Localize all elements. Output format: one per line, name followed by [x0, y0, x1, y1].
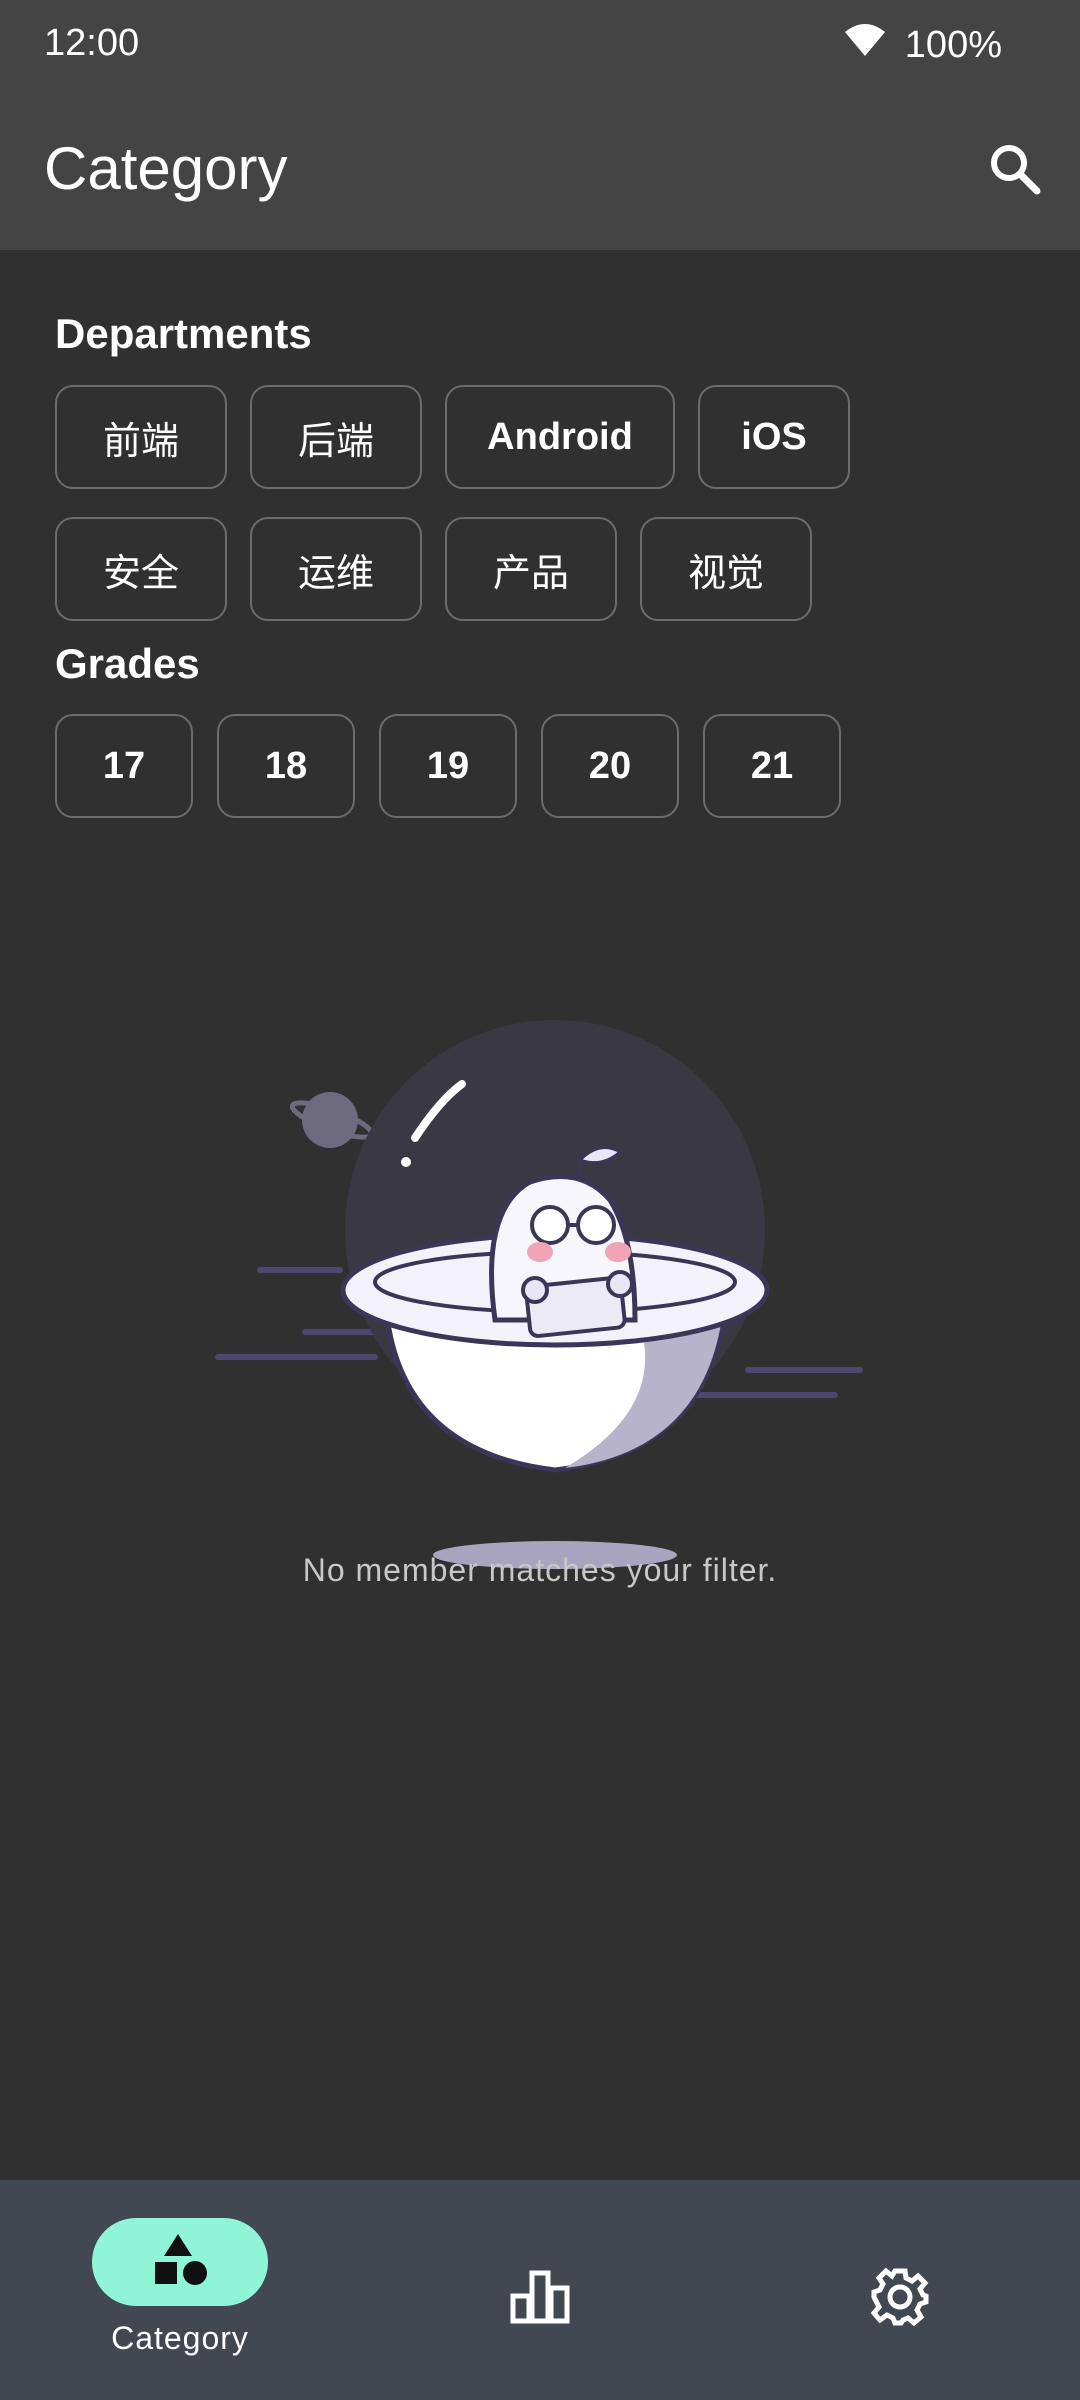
- status-bar: 12:00 100%: [0, 0, 1080, 90]
- gear-icon: [865, 2262, 935, 2332]
- nav-item-settings[interactable]: [865, 2180, 935, 2400]
- department-chip[interactable]: Android: [445, 385, 675, 489]
- empty-state-message: No member matches your filter.: [302, 1552, 778, 1588]
- grade-chip[interactable]: 17: [55, 714, 193, 818]
- departments-title: Departments: [55, 310, 312, 357]
- shapes-icon: [152, 2232, 208, 2293]
- empty-state-illustration: [210, 1020, 870, 1780]
- battery-text: 100%: [904, 23, 1002, 66]
- department-chip[interactable]: 后端: [250, 385, 422, 489]
- status-time: 12:00: [44, 22, 140, 64]
- nav-label-category: Category: [111, 2320, 249, 2356]
- status-right: 100%: [843, 22, 1002, 68]
- search-button[interactable]: [980, 136, 1050, 206]
- nav-active-indicator: [92, 2218, 268, 2306]
- leaderboard-icon: [505, 2262, 575, 2332]
- wifi-icon: [843, 22, 887, 68]
- app-bar: Category: [0, 90, 1080, 250]
- grade-chip[interactable]: 18: [217, 714, 355, 818]
- grade-chip[interactable]: 20: [541, 714, 679, 818]
- department-chip[interactable]: iOS: [698, 385, 850, 489]
- nav-item-category[interactable]: Category: [91, 2180, 269, 2400]
- departments-row-2: 安全 运维 产品 视觉: [55, 517, 812, 621]
- grades-title: Grades: [55, 640, 200, 687]
- departments-row-1: 前端 后端 Android iOS: [55, 385, 850, 489]
- search-icon: [987, 141, 1043, 202]
- bottom-navigation: Category: [0, 2180, 1080, 2400]
- category-content: Departments 前端 后端 Android iOS 安全 运维 产品 视…: [0, 250, 1080, 2180]
- department-chip[interactable]: 视觉: [640, 517, 812, 621]
- department-chip[interactable]: 产品: [445, 517, 617, 621]
- grade-chip[interactable]: 21: [703, 714, 841, 818]
- department-chip[interactable]: 前端: [55, 385, 227, 489]
- grade-chip[interactable]: 19: [379, 714, 517, 818]
- department-chip[interactable]: 安全: [55, 517, 227, 621]
- grades-row: 17 18 19 20 21: [55, 714, 841, 818]
- page-title: Category: [44, 135, 288, 202]
- nav-item-leaderboard[interactable]: [505, 2180, 575, 2400]
- department-chip[interactable]: 运维: [250, 517, 422, 621]
